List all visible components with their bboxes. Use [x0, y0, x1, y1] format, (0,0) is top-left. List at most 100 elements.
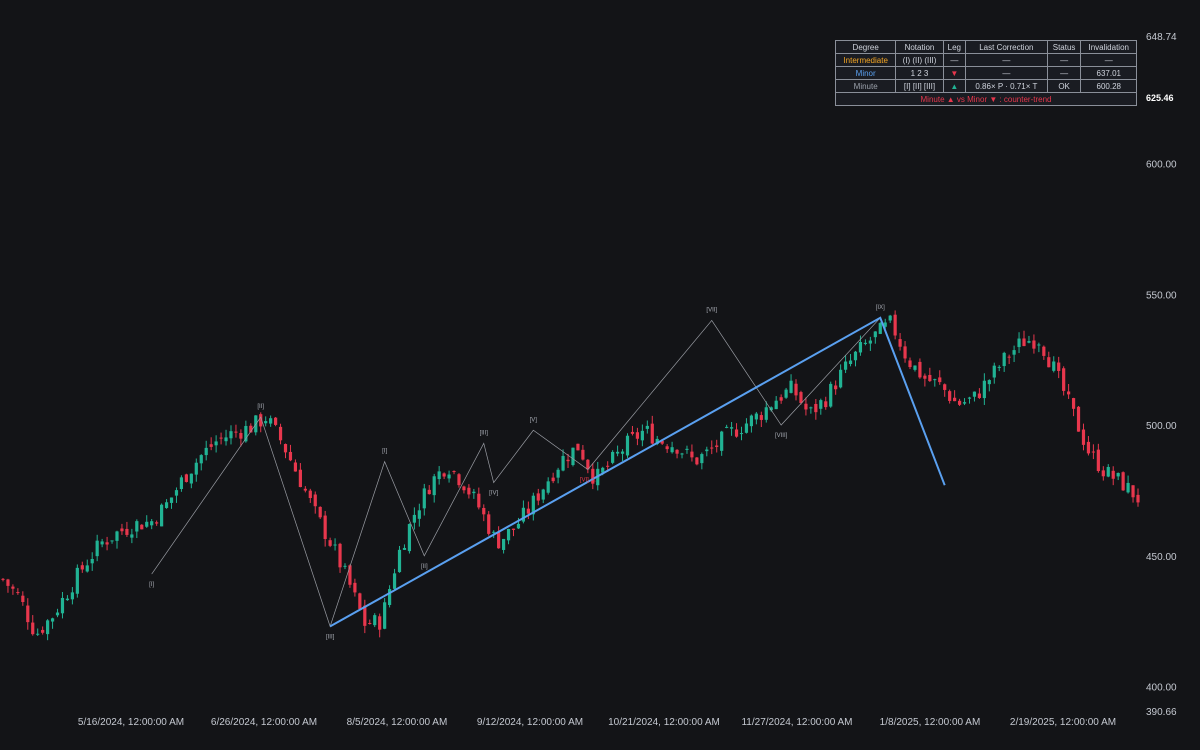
- candle: [700, 452, 704, 470]
- candle: [814, 398, 818, 420]
- candle-body: [477, 493, 481, 508]
- candle: [511, 528, 516, 537]
- candle: [680, 452, 684, 459]
- candle-body: [898, 339, 902, 347]
- candle: [576, 443, 580, 451]
- header-notation: Notation: [895, 40, 944, 54]
- candle-body: [85, 565, 89, 572]
- candle: [278, 423, 283, 445]
- wave-label: [II]: [257, 404, 264, 410]
- candle-body: [427, 489, 431, 495]
- candle: [725, 424, 729, 429]
- candle-body: [690, 451, 694, 458]
- time-tick-label: 10/21/2024, 12:00:00 AM: [608, 717, 720, 728]
- candle-body: [313, 494, 317, 507]
- candle: [834, 380, 838, 395]
- candle: [353, 578, 357, 597]
- candle-body: [65, 598, 70, 601]
- time-tick-label: 6/26/2024, 12:00:00 AM: [211, 717, 317, 728]
- candle-body: [378, 616, 382, 630]
- candle: [298, 463, 302, 488]
- candle: [1071, 397, 1076, 417]
- candle-body: [219, 437, 223, 439]
- candle-body: [447, 474, 451, 479]
- candle: [804, 397, 808, 416]
- candle: [839, 364, 843, 389]
- candle-body: [953, 397, 957, 402]
- candle-body: [373, 615, 377, 626]
- candle-body: [794, 383, 798, 396]
- zigzag-line: [151, 317, 946, 628]
- candle: [938, 370, 942, 385]
- candle-body: [467, 487, 471, 495]
- candle-body: [913, 365, 917, 370]
- price-tick-label: 550.00: [1146, 290, 1177, 301]
- candle-body: [943, 384, 947, 390]
- candle: [264, 416, 268, 427]
- candle-body: [571, 447, 575, 466]
- candle-body: [1032, 340, 1036, 349]
- candle-body: [145, 521, 149, 527]
- candle-body: [1, 578, 5, 580]
- candle-body: [269, 418, 273, 424]
- candle: [184, 473, 188, 483]
- candle: [407, 523, 412, 554]
- candle-body: [606, 465, 610, 467]
- candle-body: [977, 393, 981, 399]
- candle-body: [516, 523, 521, 529]
- candle: [174, 487, 179, 503]
- candle: [467, 484, 471, 499]
- candle-body: [100, 541, 104, 545]
- candle-body: [987, 380, 991, 385]
- candle-body: [140, 524, 144, 530]
- candle: [571, 447, 575, 467]
- candle: [363, 599, 367, 634]
- candle: [55, 608, 60, 618]
- candle: [848, 353, 853, 367]
- candle-body: [412, 514, 416, 523]
- candle-body: [957, 400, 962, 405]
- candle-body: [754, 413, 758, 420]
- candle-body: [685, 448, 689, 450]
- price-tick-label: 450.00: [1146, 552, 1177, 563]
- candle-body: [873, 331, 877, 338]
- candle: [373, 613, 377, 628]
- candle-body: [174, 490, 179, 496]
- candle-body: [283, 444, 288, 453]
- header-leg: Leg: [942, 40, 967, 54]
- major-trend-line: [329, 316, 946, 628]
- candle-body: [501, 538, 506, 550]
- candle-body: [457, 474, 461, 486]
- candle-body: [155, 522, 159, 524]
- candle: [477, 487, 481, 510]
- candle: [754, 411, 758, 425]
- price-chart[interactable]: [I] [II] [III] [I] [II] [III] [IV] [V] [VI] ⚠ [VI…: [0, 0, 1200, 750]
- candle: [392, 568, 397, 591]
- candle-body: [645, 425, 649, 429]
- candle-body: [199, 455, 203, 464]
- candle: [784, 387, 788, 399]
- candle-body: [948, 391, 952, 401]
- candle: [11, 584, 15, 595]
- candle-body: [278, 426, 283, 441]
- correction-cell: —: [965, 53, 1048, 67]
- wave-label: [I]: [382, 449, 387, 455]
- candlestick-series: [1, 310, 1140, 641]
- candle-body: [675, 449, 679, 454]
- candle: [378, 613, 382, 638]
- candle: [858, 335, 863, 356]
- candle: [452, 470, 456, 475]
- candle-body: [1106, 466, 1110, 477]
- candle: [794, 379, 798, 401]
- candle-body: [541, 489, 545, 500]
- candle: [1067, 383, 1071, 399]
- price-max-label: 648.74: [1146, 32, 1177, 43]
- candle: [397, 545, 402, 573]
- elliott-wave-panel: Degree Notation Leg Last Correction Stat…: [834, 40, 1137, 106]
- candle-body: [938, 377, 942, 383]
- candle: [427, 485, 431, 495]
- candle-body: [640, 430, 644, 441]
- candle: [957, 398, 962, 406]
- candle: [948, 389, 952, 404]
- candle-body: [834, 385, 838, 390]
